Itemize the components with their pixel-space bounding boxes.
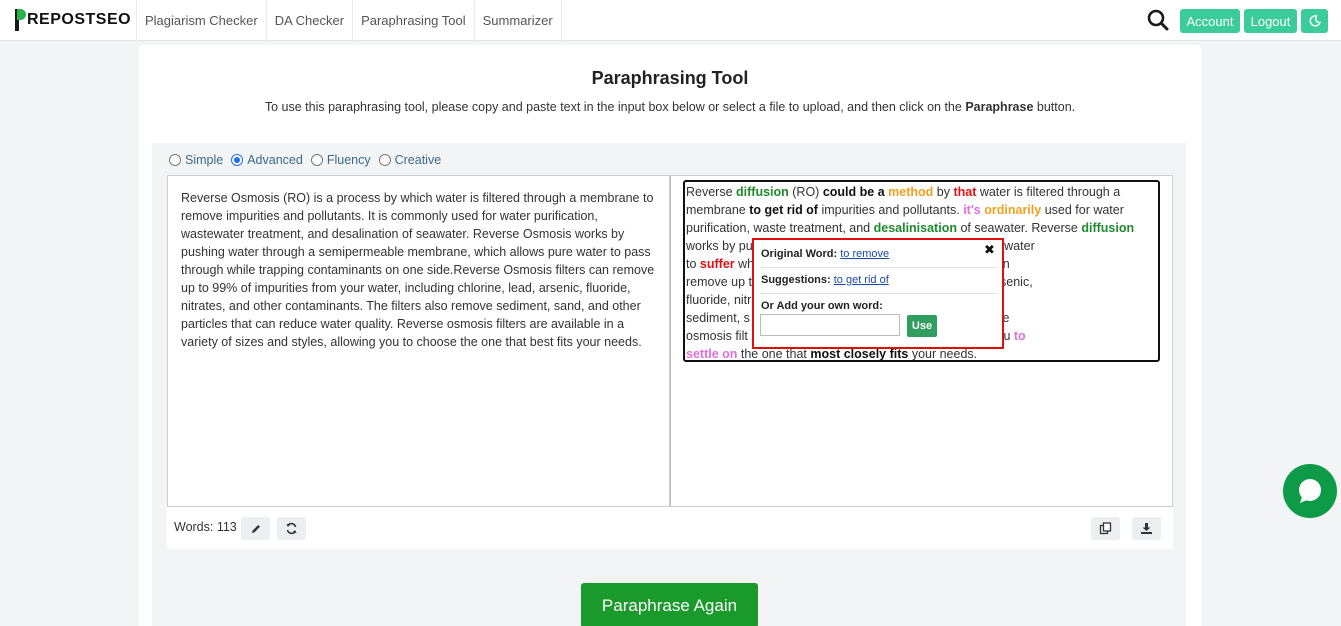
download-icon (1141, 523, 1152, 534)
logo[interactable]: REPOSTSEO (14, 9, 131, 31)
mode-simple[interactable]: Simple (169, 153, 223, 167)
output-segment: to (686, 257, 700, 271)
edit-button[interactable] (241, 517, 270, 540)
output-segment: purification, waste treatment, and (686, 221, 874, 235)
synonym-word[interactable]: to (1014, 329, 1026, 343)
copy-button[interactable] (1091, 517, 1120, 540)
synonym-word[interactable]: it's (963, 203, 981, 217)
output-segment: fluoride, nitr (686, 293, 752, 307)
synonym-word[interactable]: to get rid of (749, 203, 818, 217)
synonym-word[interactable]: suffer (700, 257, 735, 271)
synonym-word[interactable]: diffusion (1081, 221, 1134, 235)
download-button[interactable] (1132, 517, 1161, 540)
synonym-word[interactable]: could be a (823, 185, 885, 199)
dark-mode-toggle[interactable] (1301, 9, 1328, 33)
synonym-popup: Original Word: to remove ✖ Suggestions: … (752, 238, 1004, 349)
input-panel[interactable]: Reverse Osmosis (RO) is a process by whi… (167, 175, 670, 507)
chat-widget-button[interactable] (1283, 464, 1337, 518)
nav-plagiarism-checker[interactable]: Plagiarism Checker (136, 0, 266, 41)
synonym-word[interactable]: settle on (686, 347, 737, 360)
chat-bubble-icon (1299, 479, 1321, 503)
mode-selector: Simple Advanced Fluency Creative (169, 150, 449, 170)
mode-advanced[interactable]: Advanced (231, 153, 303, 167)
close-icon[interactable]: ✖ (984, 242, 995, 258)
editor-footer: Words: 113 (167, 507, 1173, 549)
refresh-icon (286, 522, 297, 535)
output-segment: of seawater. Reverse (956, 221, 1082, 235)
account-button[interactable]: Account (1180, 9, 1240, 33)
synonym-word[interactable]: ordinarily (984, 203, 1041, 217)
own-word-label: Or Add your own word: (761, 300, 883, 312)
logo-text: REPOSTSEO (27, 11, 132, 28)
output-segment: membrane (686, 203, 750, 217)
input-textarea[interactable]: Reverse Osmosis (RO) is a process by whi… (181, 189, 659, 351)
main-nav: Plagiarism Checker DA Checker Paraphrasi… (136, 0, 562, 41)
synonym-word[interactable]: diffusion (736, 185, 789, 199)
nav-summarizer[interactable]: Summarizer (473, 0, 562, 41)
logout-button[interactable]: Logout (1244, 9, 1297, 33)
output-segment: the one that (737, 347, 811, 361)
output-segment: Reverse (686, 185, 737, 199)
top-navbar: REPOSTSEO Plagiarism Checker DA Checker … (0, 0, 1341, 41)
output-line: Reverse diffusion (RO) could be a method… (686, 183, 1158, 201)
output-segment: your needs. (908, 347, 978, 361)
output-line: membrane to get rid of impurities and po… (686, 201, 1158, 219)
tool-area: Simple Advanced Fluency Creative Reverse… (152, 143, 1186, 626)
suggestions-row: Suggestions: to get rid of (761, 274, 889, 286)
nav-da-checker[interactable]: DA Checker (265, 0, 352, 41)
synonym-word[interactable]: most closely fits (810, 347, 908, 360)
original-word-row: Original Word: to remove (761, 248, 890, 260)
mode-fluency[interactable]: Fluency (310, 153, 371, 167)
popup-divider (760, 267, 998, 268)
search-icon[interactable] (1146, 8, 1170, 32)
suggestion-link[interactable]: to get rid of (834, 274, 889, 286)
output-segment: water is filtered through a (976, 185, 1121, 199)
output-segment: impurities and pollutants. (817, 203, 964, 217)
output-segment: remove up t (686, 275, 753, 289)
radio-fluency[interactable] (310, 154, 323, 166)
output-segment: (RO) (788, 185, 823, 199)
copy-icon (1099, 522, 1112, 535)
radio-advanced[interactable] (231, 154, 244, 166)
use-button[interactable]: Use (907, 315, 937, 337)
output-segment: sediment, s (686, 311, 750, 325)
popup-divider (760, 293, 998, 294)
output-segment: osmosis filt (686, 329, 748, 343)
synonym-word[interactable]: that (953, 185, 976, 199)
refresh-button[interactable] (277, 517, 306, 540)
pencil-icon (251, 524, 260, 533)
output-segment: by (933, 185, 954, 199)
paraphrase-again-button[interactable]: Paraphrase Again (581, 583, 758, 626)
original-word-link[interactable]: to remove (840, 248, 889, 260)
own-word-input[interactable] (760, 314, 900, 336)
tool-card: Paraphrasing Tool To use this paraphrasi… (139, 45, 1201, 626)
radio-simple[interactable] (169, 154, 181, 166)
radio-creative[interactable] (378, 154, 391, 166)
output-line: purification, waste treatment, and desal… (686, 219, 1158, 237)
output-segment: works by pu (686, 239, 753, 253)
logo-mark-icon (14, 9, 26, 31)
mode-creative[interactable]: Creative (378, 153, 441, 167)
moon-icon (1309, 15, 1321, 27)
synonym-word[interactable]: method (888, 185, 933, 199)
page-description: To use this paraphrasing tool, please co… (264, 100, 1076, 114)
output-segment: used for water (1041, 203, 1124, 217)
page-title: Paraphrasing Tool (591, 68, 749, 88)
nav-paraphrasing-tool[interactable]: Paraphrasing Tool (352, 0, 474, 41)
synonym-word[interactable]: desalinisation (874, 221, 957, 235)
word-count: Words: 113 (174, 520, 237, 534)
